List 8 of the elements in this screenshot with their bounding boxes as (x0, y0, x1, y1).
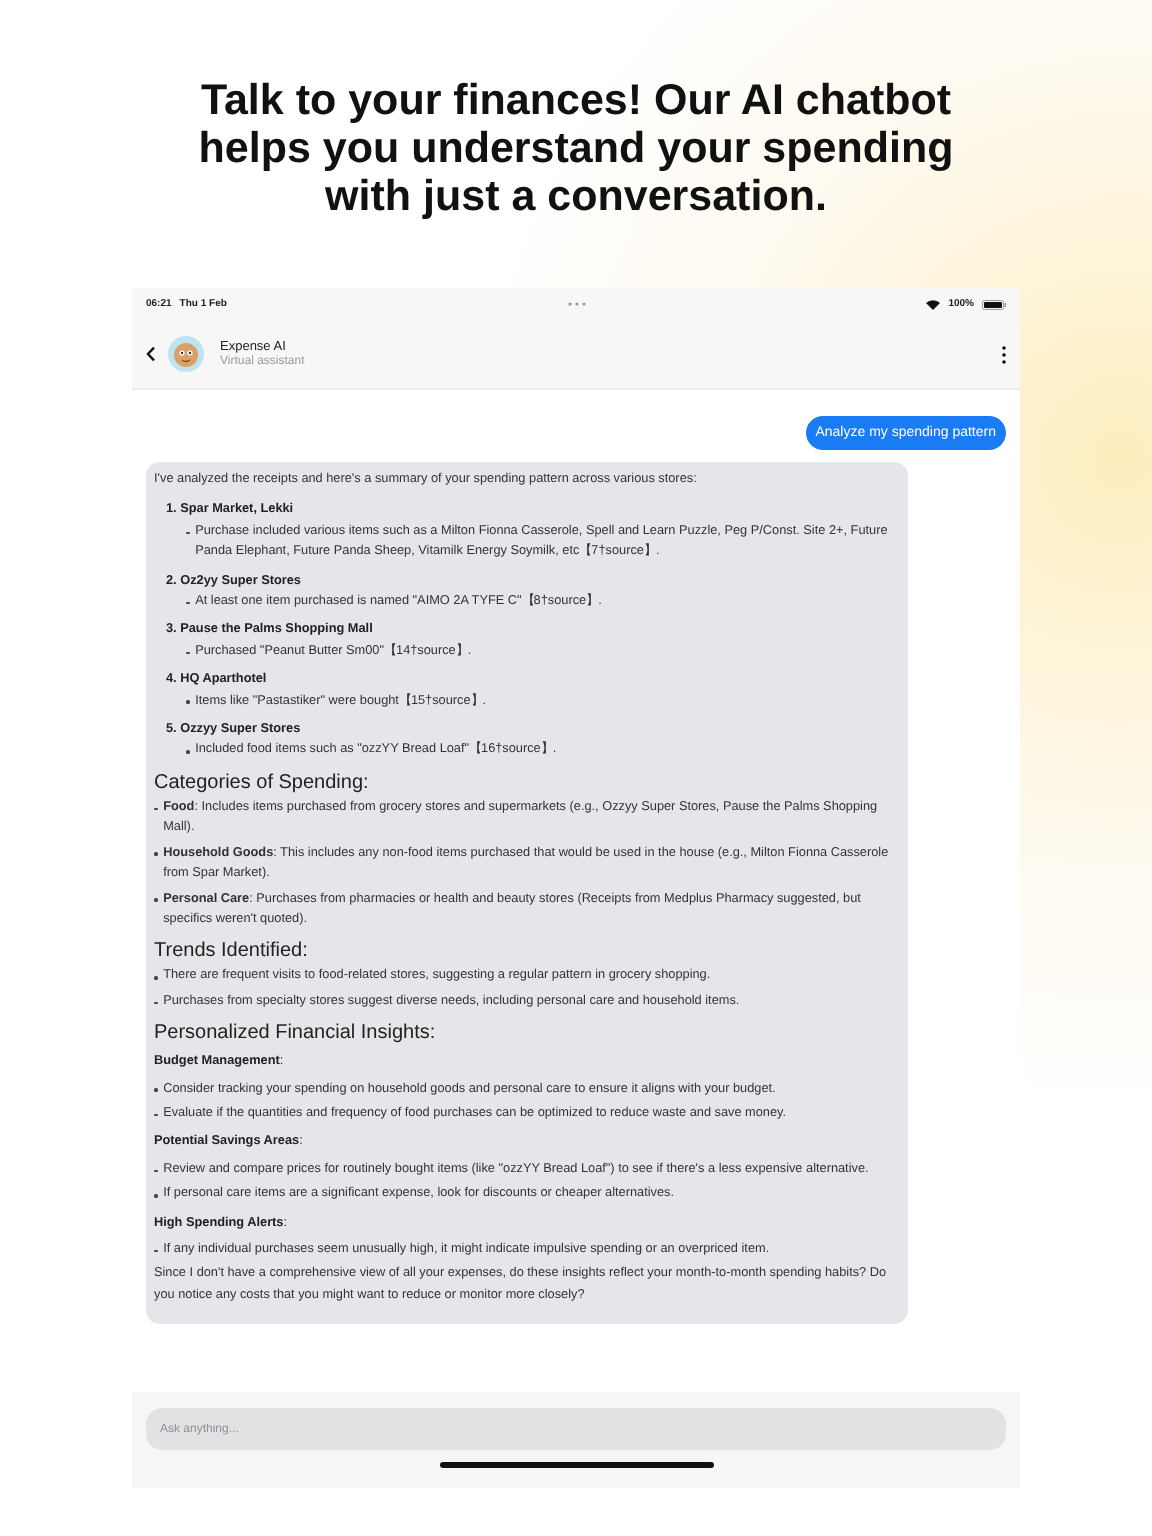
section-heading: Trends Identified: (154, 938, 310, 967)
back-icon[interactable] (146, 346, 156, 362)
wifi-icon (926, 299, 941, 309)
headline: Talk to your finances! Our AI chatbot helps you understand your spending with just a conversation. (196, 76, 956, 220)
section-heading: Categories of Spending: (154, 769, 371, 798)
avatar-icon (168, 336, 204, 372)
section-heading: Personalized Financial Insights: (154, 1020, 438, 1049)
battery-icon (982, 299, 1006, 309)
